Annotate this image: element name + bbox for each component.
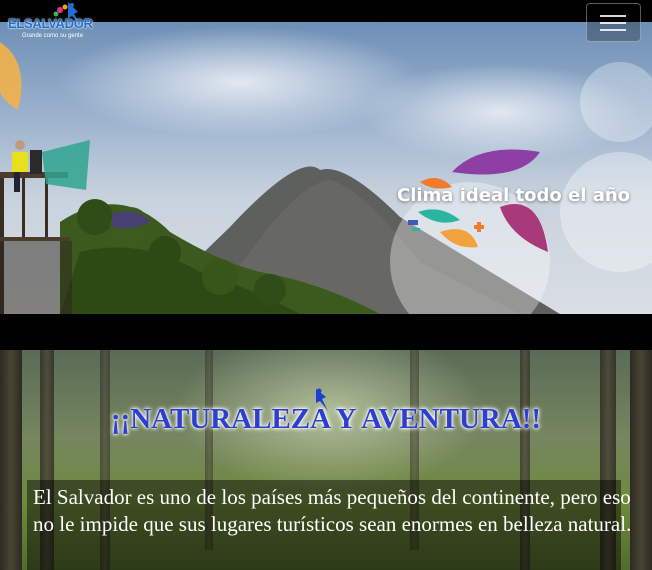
hero-carousel[interactable]: Clima ideal todo el año [0, 22, 652, 314]
section-title: ¡¡NATURALEZA Y AVENTURA!! [110, 403, 542, 435]
hero-caption: Clima ideal todo el año [397, 185, 631, 206]
navbar-toggle-button[interactable] [586, 3, 641, 42]
brand-logo[interactable]: ELSALVADOR Grande como su gente [8, 2, 108, 48]
brand-tagline: Grande como su gente [22, 33, 84, 39]
hamburger-menu-icon [600, 15, 626, 17]
tree-trunk [0, 350, 22, 570]
nature-adventure-section: ¡¡NATURALEZA Y AVENTURA!! El Salvador es… [0, 350, 652, 570]
volcano-landscape-image [0, 42, 652, 314]
carousel-bottom-band [0, 314, 652, 350]
section-description: El Salvador es uno de los países más peq… [33, 485, 632, 536]
brand-name: ELSALVADOR [8, 16, 93, 31]
